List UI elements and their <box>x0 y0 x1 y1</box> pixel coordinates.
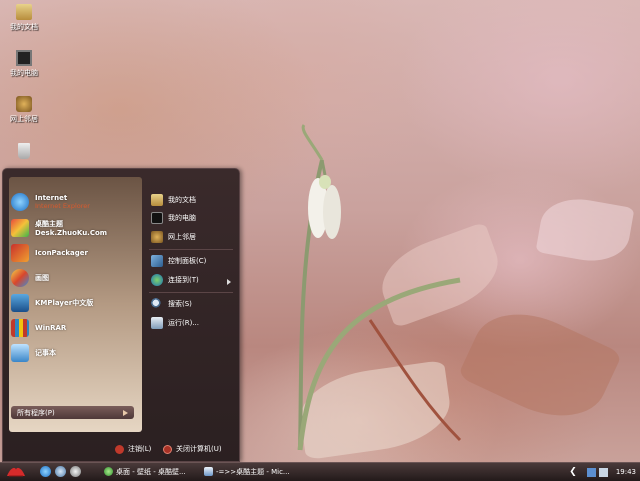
computer-icon <box>151 212 163 224</box>
clock[interactable]: 19:43 <box>616 468 636 476</box>
start-item-my-computer[interactable]: 我的电脑 <box>151 211 196 225</box>
paint-icon <box>11 269 29 287</box>
all-programs-button[interactable]: 所有程序(P) <box>11 406 134 419</box>
menu-divider <box>149 249 233 250</box>
system-tray: ❮ 19:43 <box>569 464 636 480</box>
folder-icon <box>151 194 163 206</box>
browser-icon <box>104 467 113 476</box>
quicklaunch-desktop-icon[interactable] <box>55 466 66 477</box>
start-item-connect-to[interactable]: 连接到(T) <box>151 273 199 287</box>
network-icon <box>151 231 163 243</box>
winrar-icon <box>11 319 29 337</box>
taskbar-item-browser[interactable]: 桌面 - 壁纸 - 桌酷壁... <box>100 464 198 479</box>
start-item-internet[interactable]: Internet Internet Explorer <box>11 191 90 213</box>
computer-icon <box>16 50 32 66</box>
start-item-notepad[interactable]: 记事本 <box>11 342 56 364</box>
snowdrop-flower <box>297 124 462 451</box>
start-item-winrar[interactable]: WinRAR <box>11 317 66 339</box>
volume-tray-icon[interactable] <box>598 467 608 477</box>
connect-icon <box>151 274 163 286</box>
start-logo-icon <box>7 467 25 477</box>
document-icon <box>204 467 213 476</box>
submenu-arrow-icon <box>227 279 231 285</box>
kmplayer-icon <box>11 294 29 312</box>
notepad-icon <box>11 344 29 362</box>
folder-icon <box>16 4 32 20</box>
start-menu: Internet Internet Explorer 桌酷主题 Desk.Zhu… <box>2 168 240 462</box>
desktop-icon-recycle-bin[interactable] <box>4 143 44 161</box>
desktop-icon-my-computer[interactable]: 我的电脑 <box>4 50 44 78</box>
start-item-run[interactable]: 运行(R)... <box>151 316 199 330</box>
start-item-kmplayer[interactable]: KMPlayer中文版 <box>11 292 93 314</box>
power-icon <box>163 444 172 454</box>
arrow-right-icon <box>123 409 128 416</box>
start-item-zhuoku[interactable]: 桌酷主题 Desk.ZhuoKu.Com <box>11 217 107 239</box>
start-button[interactable] <box>4 465 28 479</box>
logoff-button[interactable]: 注销(L) <box>115 444 151 454</box>
taskbar: 桌面 - 壁纸 - 桌酷壁... -=>>桌酷主题 - Mic... ❮ 19:… <box>0 462 640 481</box>
recycle-bin-icon <box>18 143 30 159</box>
quicklaunch-ie-icon[interactable] <box>40 466 51 477</box>
start-item-my-documents[interactable]: 我的文档 <box>151 193 196 207</box>
taskbar-item-document[interactable]: -=>>桌酷主题 - Mic... <box>200 464 300 479</box>
wallpaper-leaf <box>535 192 635 268</box>
control-panel-icon <box>151 255 163 267</box>
start-item-iconpackager[interactable]: IconPackager <box>11 242 88 264</box>
desktop-icon-my-documents[interactable]: 我的文档 <box>4 4 44 32</box>
desktop-icon-network[interactable]: 网上邻居 <box>4 96 44 124</box>
start-item-network[interactable]: 网上邻居 <box>151 230 196 244</box>
start-item-control-panel[interactable]: 控制面板(C) <box>151 254 206 268</box>
wallpaper-leaf <box>457 294 623 436</box>
run-icon <box>151 317 163 329</box>
quicklaunch-media-icon[interactable] <box>70 466 81 477</box>
iconpackager-icon <box>11 244 29 262</box>
search-icon <box>151 298 163 310</box>
logoff-icon <box>115 444 124 454</box>
network-icon <box>16 96 32 112</box>
start-item-paint[interactable]: 画图 <box>11 267 49 289</box>
ie-icon <box>11 193 29 211</box>
shutdown-button[interactable]: 关闭计算机(U) <box>163 444 222 454</box>
network-tray-icon[interactable] <box>586 467 596 477</box>
start-item-search[interactable]: 搜索(S) <box>151 297 192 311</box>
zhuoku-icon <box>11 219 29 237</box>
tray-expand-icon[interactable]: ❮ <box>569 467 577 477</box>
menu-divider <box>149 292 233 293</box>
